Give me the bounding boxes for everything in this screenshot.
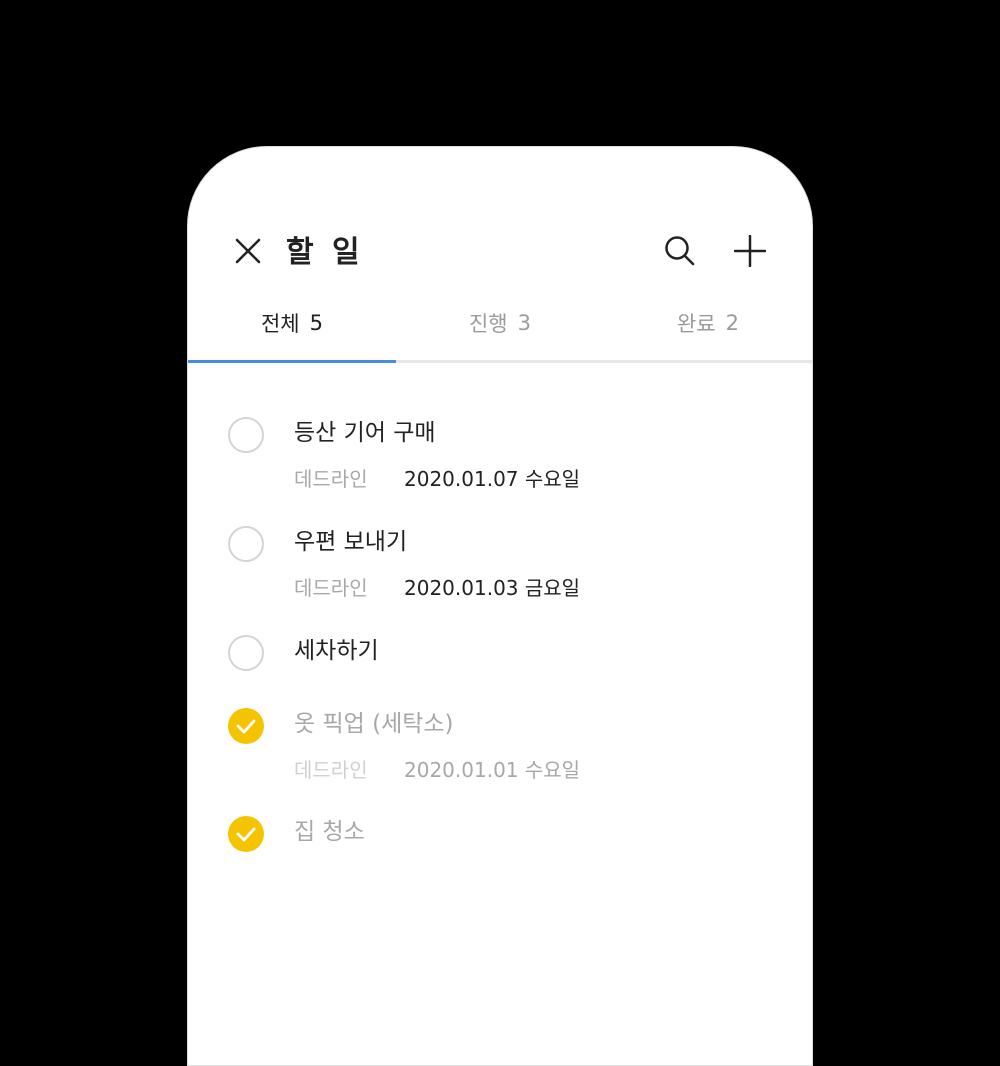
todo-title: 우편 보내기 bbox=[294, 529, 408, 555]
checkbox-checked[interactable] bbox=[228, 708, 264, 744]
search-icon bbox=[665, 236, 695, 266]
todo-deadline: 데드라인 2020.01.03 금요일 bbox=[294, 574, 580, 602]
tab-completed[interactable]: 완료 2 bbox=[604, 293, 812, 360]
checkbox[interactable] bbox=[228, 526, 264, 562]
tab-in-progress-label: 진행 bbox=[468, 311, 508, 336]
phone-frame: 할 일 전체 5 진행 3 완료 2 등산 기어 구매 데드라인 2020.01… bbox=[187, 146, 813, 1066]
tab-in-progress[interactable]: 진행 3 bbox=[396, 293, 604, 360]
deadline-label: 데드라인 bbox=[294, 467, 368, 491]
tab-bar: 전체 5 진행 3 완료 2 bbox=[188, 293, 812, 363]
checkbox[interactable] bbox=[228, 635, 264, 671]
tab-all-count: 5 bbox=[309, 310, 323, 335]
checkbox-checked[interactable] bbox=[228, 816, 264, 852]
deadline-value: 2020.01.07 수요일 bbox=[404, 467, 581, 491]
add-button[interactable] bbox=[732, 233, 768, 269]
todo-title: 집 청소 bbox=[294, 819, 365, 845]
tab-all-label: 전체 bbox=[260, 311, 300, 336]
todo-title: 옷 픽업 (세탁소) bbox=[294, 711, 454, 737]
todo-deadline: 데드라인 2020.01.07 수요일 bbox=[294, 465, 580, 493]
checkmark-icon bbox=[236, 719, 256, 734]
tab-in-progress-count: 3 bbox=[517, 310, 531, 335]
tab-completed-count: 2 bbox=[725, 310, 739, 335]
deadline-value: 2020.01.01 수요일 bbox=[404, 758, 581, 782]
checkbox[interactable] bbox=[228, 417, 264, 453]
header: 할 일 bbox=[188, 147, 812, 287]
tab-completed-label: 완료 bbox=[676, 311, 716, 336]
todo-deadline: 데드라인 2020.01.01 수요일 bbox=[294, 756, 580, 784]
tab-all[interactable]: 전체 5 bbox=[188, 293, 396, 363]
deadline-value: 2020.01.03 금요일 bbox=[404, 576, 581, 600]
plus-icon bbox=[734, 235, 766, 267]
page-title: 할 일 bbox=[286, 235, 364, 270]
deadline-label: 데드라인 bbox=[294, 758, 368, 782]
todo-title: 등산 기어 구매 bbox=[294, 420, 436, 446]
deadline-label: 데드라인 bbox=[294, 576, 368, 600]
close-button[interactable] bbox=[232, 235, 264, 267]
search-button[interactable] bbox=[662, 233, 698, 269]
todo-title: 세차하기 bbox=[294, 638, 379, 664]
close-icon bbox=[235, 238, 261, 264]
checkmark-icon bbox=[236, 827, 256, 842]
